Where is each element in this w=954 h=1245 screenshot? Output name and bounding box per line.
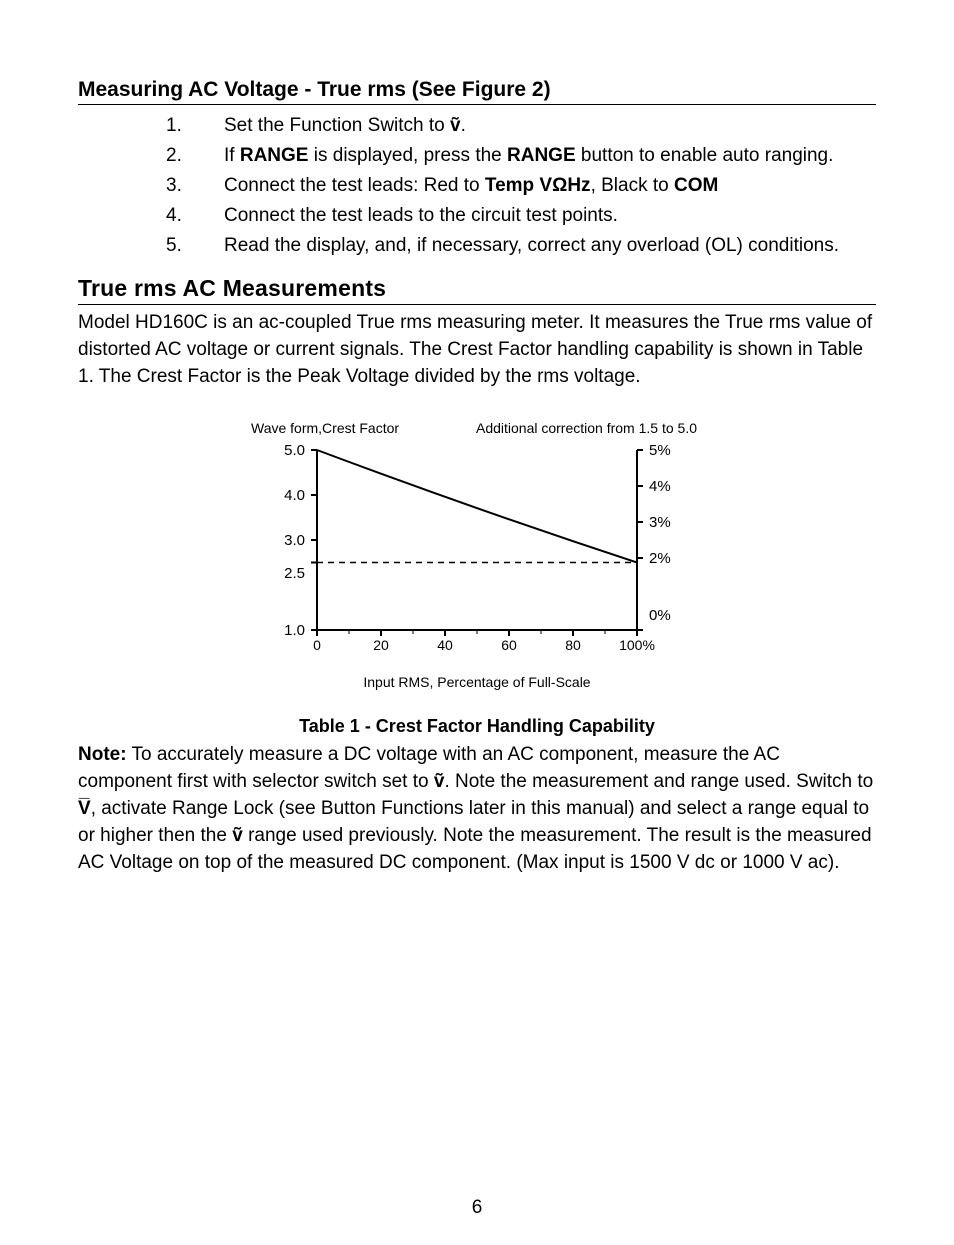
step-text: If RANGE is displayed, press the RANGE b…	[224, 143, 876, 169]
chart-svg: 5.0 4.0 3.0 2.5 1.0 5% 4% 3% 2% 0%	[247, 440, 707, 670]
chart-xlabel: Input RMS, Percentage of Full-Scale	[363, 674, 590, 690]
step-5: 5. Read the display, and, if necessary, …	[166, 231, 876, 261]
steps-list: 1. Set the Function Switch to ṽ. 2. If R…	[78, 111, 876, 261]
jack-temp: Temp VΩHz	[485, 175, 591, 196]
y2tick: 3%	[649, 514, 671, 531]
step-num: 1.	[166, 113, 188, 139]
step-4: 4. Connect the test leads to the circuit…	[166, 201, 876, 231]
text: Set the Function Switch to	[224, 115, 450, 136]
chart-title-left: Wave form,Crest Factor	[247, 420, 474, 436]
text: , Black to	[591, 175, 674, 196]
ytick: 1.0	[284, 622, 305, 639]
step-num: 5.	[166, 233, 188, 259]
text: .	[461, 115, 466, 136]
step-3: 3. Connect the test leads: Red to Temp V…	[166, 171, 876, 201]
ytick: 2.5	[284, 565, 305, 582]
step-text: Connect the test leads: Red to Temp VΩHz…	[224, 173, 876, 199]
v-ac-icon: ṽ	[434, 771, 445, 792]
v-ac-icon: ṽ	[232, 825, 243, 846]
step-1: 1. Set the Function Switch to ṽ.	[166, 111, 876, 141]
xtick: 0	[313, 637, 321, 653]
y2tick: 4%	[649, 478, 671, 495]
xtick: 40	[437, 637, 453, 653]
xtick: 20	[373, 637, 389, 653]
page-number: 6	[0, 1197, 954, 1219]
ytick: 5.0	[284, 442, 305, 459]
ytick: 4.0	[284, 487, 305, 504]
page-root: Measuring AC Voltage - True rms (See Fig…	[0, 0, 954, 1245]
step-num: 4.	[166, 203, 188, 229]
xtick: 60	[501, 637, 517, 653]
text: Connect the test leads: Red to	[224, 175, 485, 196]
table-caption: Table 1 - Crest Factor Handling Capabili…	[78, 716, 876, 737]
y2tick: 2%	[649, 550, 671, 567]
y2tick: 5%	[649, 442, 671, 459]
jack-com: COM	[674, 175, 718, 196]
text: If	[224, 145, 240, 166]
text: button to enable auto ranging.	[576, 145, 834, 166]
true-rms-paragraph: Model HD160C is an ac-coupled True rms m…	[78, 309, 876, 390]
step-text: Read the display, and, if necessary, cor…	[224, 233, 876, 259]
heading-measuring-ac: Measuring AC Voltage - True rms (See Fig…	[78, 78, 876, 105]
range-button-label: RANGE	[507, 145, 576, 166]
xtick: 100%	[619, 637, 655, 653]
v-ac-icon: ṽ	[450, 115, 461, 136]
step-2: 2. If RANGE is displayed, press the RANG…	[166, 141, 876, 171]
step-text: Set the Function Switch to ṽ.	[224, 113, 876, 139]
xtick: 80	[565, 637, 581, 653]
v-dc-icon: V̅	[78, 798, 91, 819]
range-label: RANGE	[240, 145, 309, 166]
text: . Note the measurement and range used. S…	[444, 771, 873, 792]
step-num: 3.	[166, 173, 188, 199]
note-paragraph: Note: To accurately measure a DC voltage…	[78, 741, 876, 876]
step-num: 2.	[166, 143, 188, 169]
ytick: 3.0	[284, 532, 305, 549]
crest-factor-chart: Wave form,Crest Factor Additional correc…	[267, 420, 687, 690]
y2tick: 0%	[649, 607, 671, 624]
crest-curve	[317, 450, 637, 563]
chart-title-right: Additional correction from 1.5 to 5.0	[474, 420, 707, 436]
step-text: Connect the test leads to the circuit te…	[224, 203, 876, 229]
note-label: Note:	[78, 744, 127, 765]
text: is displayed, press the	[308, 145, 507, 166]
heading-true-rms: True rms AC Measurements	[78, 275, 876, 305]
